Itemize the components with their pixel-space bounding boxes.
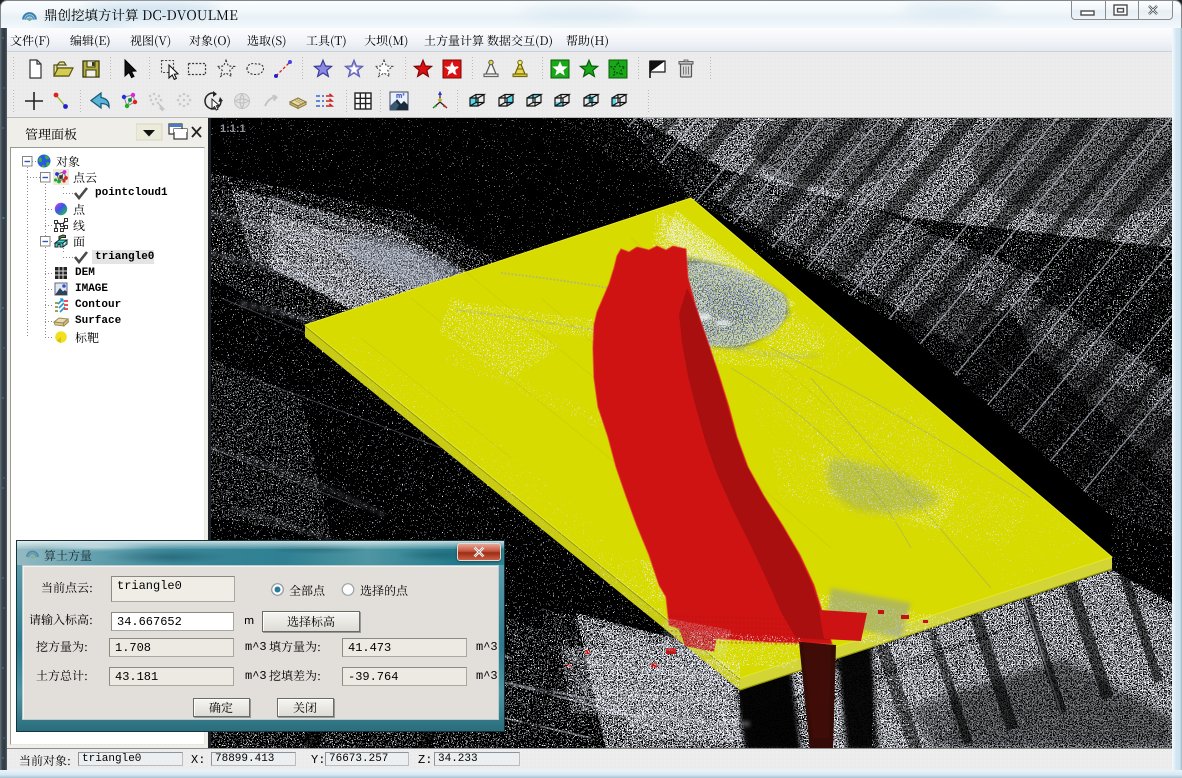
svg-text:m³: m³ xyxy=(396,93,405,100)
svg-text:1:1:1: 1:1:1 xyxy=(220,123,246,135)
